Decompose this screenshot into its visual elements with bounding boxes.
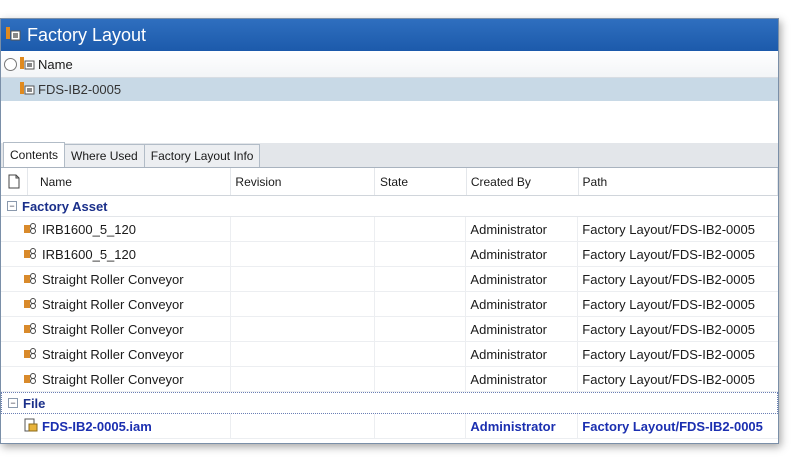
cell-name: Straight Roller Conveyor bbox=[1, 292, 231, 316]
column-state[interactable]: State bbox=[375, 168, 467, 195]
cell-revision bbox=[231, 217, 375, 241]
detail-tabs: Contents Where Used Factory Layout Info bbox=[1, 142, 778, 168]
contents-grid: Name Revision State Created By Path − Fa… bbox=[1, 168, 778, 439]
collapse-icon[interactable]: − bbox=[8, 398, 18, 408]
table-row[interactable]: Straight Roller Conveyor Administrator Fac… bbox=[1, 292, 778, 317]
factory-asset-icon bbox=[23, 271, 39, 288]
column-created-by[interactable]: Created By bbox=[467, 168, 579, 195]
cell-created-by: Administrator bbox=[466, 317, 579, 341]
factory-asset-icon bbox=[23, 371, 39, 388]
row-name: Straight Roller Conveyor bbox=[42, 321, 184, 337]
table-row[interactable]: IRB1600_5_120 Administrator Factory Layout… bbox=[1, 242, 778, 267]
factory-layout-icon bbox=[19, 81, 35, 98]
factory-asset-icon bbox=[23, 296, 39, 313]
cell-revision bbox=[231, 267, 375, 291]
cell-name: Straight Roller Conveyor bbox=[1, 367, 231, 391]
cell-path: Factory Layout/FDS-IB2-0005 bbox=[582, 271, 755, 287]
document-icon[interactable] bbox=[1, 168, 28, 195]
cell-state bbox=[375, 414, 467, 438]
table-row[interactable]: Straight Roller Conveyor Administrator Fac… bbox=[1, 367, 778, 392]
cell-state bbox=[375, 242, 467, 266]
collapse-icon[interactable]: − bbox=[7, 201, 17, 211]
table-row[interactable]: Straight Roller Conveyor Administrator Fac… bbox=[1, 267, 778, 292]
factory-layout-icon bbox=[19, 56, 35, 73]
tab-where-used[interactable]: Where Used bbox=[64, 144, 145, 167]
cell-path: Factory Layout/FDS-IB2-0005 bbox=[582, 371, 755, 387]
column-path[interactable]: Path bbox=[579, 168, 778, 195]
cell-state bbox=[375, 267, 467, 291]
grid-column-headers: Name Revision State Created By Path bbox=[1, 168, 778, 196]
cell-path: Factory Layout/FDS-IB2-0005 bbox=[582, 296, 755, 312]
factory-asset-icon bbox=[23, 246, 39, 263]
row-name: Straight Roller Conveyor bbox=[42, 271, 184, 287]
table-row[interactable]: FDS-IB2-0005.iam Administrator Factory Lay… bbox=[1, 414, 778, 439]
factory-asset-icon bbox=[23, 221, 39, 238]
select-all-radio[interactable] bbox=[4, 57, 17, 71]
group-label: Factory Asset bbox=[22, 198, 108, 214]
tab-contents[interactable]: Contents bbox=[3, 142, 66, 167]
cell-created-by: Administrator bbox=[466, 267, 579, 291]
cell-path: Factory Layout/FDS-IB2-0005 bbox=[582, 418, 763, 434]
cell-name: Straight Roller Conveyor bbox=[1, 317, 231, 341]
row-name: Straight Roller Conveyor bbox=[42, 296, 184, 312]
row-name: Straight Roller Conveyor bbox=[42, 371, 184, 387]
table-row[interactable]: Straight Roller Conveyor Administrator Fac… bbox=[1, 317, 778, 342]
cell-created-by: Administrator bbox=[466, 367, 579, 391]
cell-revision bbox=[231, 317, 375, 341]
cell-created-by: Administrator bbox=[466, 292, 579, 316]
factory-asset-icon bbox=[23, 346, 39, 363]
selected-item-label: FDS-IB2-0005 bbox=[38, 82, 122, 97]
cell-name: FDS-IB2-0005.iam bbox=[1, 414, 231, 438]
table-row[interactable]: IRB1600_5_120 Administrator Factory Layout… bbox=[1, 217, 778, 242]
cell-revision bbox=[231, 367, 375, 391]
cell-path: Factory Layout/FDS-IB2-0005 bbox=[582, 346, 755, 362]
row-name: IRB1600_5_120 bbox=[42, 246, 136, 262]
cell-revision bbox=[231, 292, 375, 316]
cell-created-by: Administrator bbox=[466, 342, 579, 366]
cell-revision bbox=[231, 242, 375, 266]
cell-revision bbox=[231, 414, 375, 438]
factory-asset-icon bbox=[23, 321, 39, 338]
top-list-header[interactable]: Name bbox=[1, 51, 778, 78]
name-column-header[interactable]: Name bbox=[38, 57, 73, 72]
cell-path: Factory Layout/FDS-IB2-0005 bbox=[582, 321, 755, 337]
cell-name: IRB1600_5_120 bbox=[1, 242, 231, 266]
cell-path: Factory Layout/FDS-IB2-0005 bbox=[582, 221, 755, 237]
group-header-file[interactable]: − File bbox=[1, 392, 778, 414]
cell-state bbox=[375, 292, 467, 316]
cell-path: Factory Layout/FDS-IB2-0005 bbox=[582, 246, 755, 262]
cell-created-by: Administrator bbox=[466, 414, 579, 438]
cell-state bbox=[375, 367, 467, 391]
factory-layout-icon bbox=[5, 25, 21, 46]
cell-state bbox=[375, 217, 467, 241]
row-name: Straight Roller Conveyor bbox=[42, 346, 184, 362]
window-titlebar: Factory Layout bbox=[1, 19, 778, 51]
row-name: IRB1600_5_120 bbox=[42, 221, 136, 237]
cell-revision bbox=[231, 342, 375, 366]
cell-name: Straight Roller Conveyor bbox=[1, 342, 231, 366]
cell-name: Straight Roller Conveyor bbox=[1, 267, 231, 291]
selected-factory-layout-row[interactable]: FDS-IB2-0005 bbox=[1, 78, 778, 101]
group-header-factory-asset[interactable]: − Factory Asset bbox=[1, 196, 778, 217]
assembly-file-icon bbox=[23, 418, 39, 435]
cell-state bbox=[375, 342, 467, 366]
tab-factory-layout-info[interactable]: Factory Layout Info bbox=[143, 144, 261, 167]
row-name: FDS-IB2-0005.iam bbox=[42, 418, 152, 434]
cell-name: IRB1600_5_120 bbox=[1, 217, 231, 241]
column-revision[interactable]: Revision bbox=[231, 168, 376, 195]
group-label: File bbox=[23, 395, 46, 411]
factory-layout-window: Factory Layout Name FDS-IB2-0005 Content… bbox=[0, 18, 779, 444]
window-title: Factory Layout bbox=[27, 24, 147, 45]
column-name[interactable]: Name bbox=[28, 168, 232, 195]
cell-created-by: Administrator bbox=[466, 217, 579, 241]
table-row[interactable]: Straight Roller Conveyor Administrator Fac… bbox=[1, 342, 778, 367]
cell-created-by: Administrator bbox=[466, 242, 579, 266]
cell-state bbox=[375, 317, 467, 341]
